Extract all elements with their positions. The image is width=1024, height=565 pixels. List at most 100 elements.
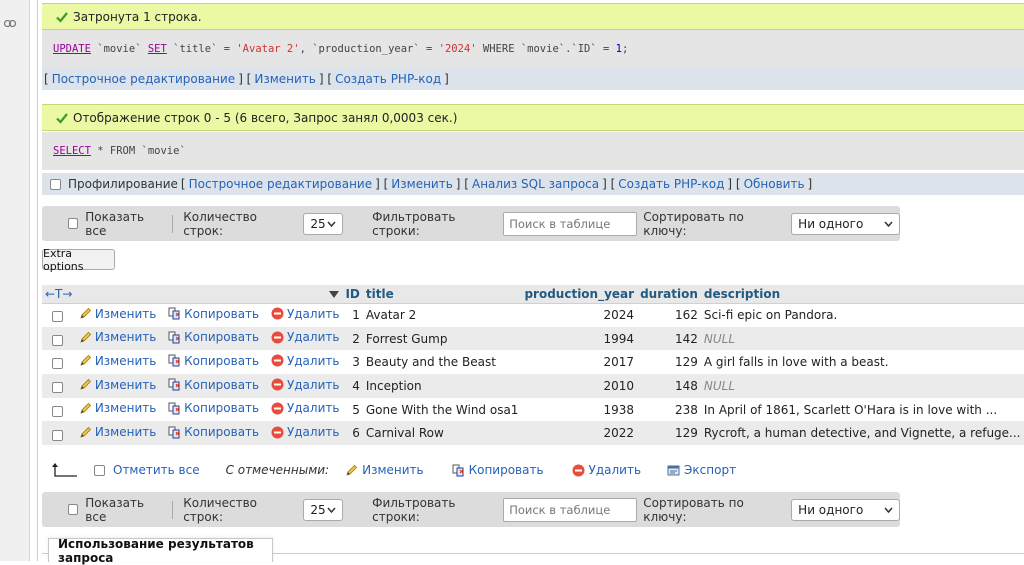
edit-query-link[interactable]: Изменить (391, 177, 453, 191)
sort-triangle-icon[interactable] (329, 290, 340, 298)
cell-production-year[interactable]: 2022 (521, 421, 638, 446)
edit-row-button[interactable]: Изменить (79, 307, 156, 321)
cell-title[interactable]: Carnival Row (362, 421, 522, 446)
edit-row-button[interactable]: Изменить (79, 401, 157, 416)
separator (172, 214, 174, 233)
chevron-down-icon (884, 221, 893, 227)
cell-duration[interactable]: 129 (637, 350, 701, 375)
cell-id[interactable]: 2 (342, 326, 363, 351)
edit-row-button[interactable]: Изменить (79, 378, 156, 392)
check-all-checkbox[interactable] (94, 464, 105, 476)
row-checkbox[interactable] (52, 429, 63, 441)
edit-query-link[interactable]: Изменить (254, 72, 316, 86)
create-php-link[interactable]: Создать PHP-код (335, 72, 441, 86)
cell-title[interactable]: Forrest Gump (362, 326, 522, 351)
cell-duration[interactable]: 142 (637, 326, 701, 351)
row-actions-cell: Изменить Копировать Удалить (42, 421, 343, 446)
refresh-link[interactable]: Обновить (744, 177, 805, 191)
row-checkbox[interactable] (52, 334, 63, 346)
copy-row-button[interactable]: Копировать (168, 354, 259, 368)
check-all-label[interactable]: Отметить все (113, 463, 200, 477)
cell-title[interactable]: Avatar 2 (362, 303, 522, 327)
sql-keyword[interactable]: UPDATE (53, 43, 91, 55)
row-checkbox[interactable] (52, 358, 63, 370)
edit-label: Изменить (94, 401, 157, 416)
cell-description[interactable]: NULL (700, 374, 1024, 398)
row-count-label: Количество строк: (183, 209, 258, 238)
show-all-checkbox[interactable] (68, 504, 79, 515)
cell-description[interactable]: Rycroft, a human detective, and Vignette… (700, 421, 1024, 446)
column-arrows-icon[interactable]: ←T→ (45, 287, 72, 301)
copy-row-button[interactable]: Копировать (168, 425, 259, 439)
column-header-duration[interactable]: duration (637, 285, 701, 304)
row-actions-cell: Изменить Копировать Удалить (42, 303, 343, 327)
bulk-export-button[interactable]: Экспорт (667, 463, 736, 477)
cell-description[interactable]: A girl falls in love with a beast. (700, 350, 1024, 375)
row-checkbox[interactable] (52, 382, 63, 394)
column-header-id[interactable]: ID (342, 285, 363, 304)
copy-row-button[interactable]: Копировать (168, 378, 259, 392)
sort-label: Сортировать по ключу: (643, 209, 744, 238)
create-php-link[interactable]: Создать PHP-код (618, 177, 724, 191)
delete-row-button[interactable]: Удалить (271, 425, 339, 439)
cell-id[interactable]: 4 (342, 374, 363, 398)
edit-row-button[interactable]: Изменить (79, 354, 156, 368)
inline-edit-link[interactable]: Построчное редактирование (52, 72, 236, 86)
cell-production-year[interactable]: 2024 (521, 303, 638, 327)
show-all-checkbox[interactable] (68, 218, 79, 229)
bulk-delete-button[interactable]: Удалить (572, 463, 641, 477)
extra-options-button[interactable]: Extra options (42, 247, 115, 273)
edit-row-button[interactable]: Изменить (79, 425, 156, 439)
cell-duration[interactable]: 162 (637, 303, 701, 327)
delete-icon (271, 307, 284, 320)
cell-title[interactable]: Gone With the Wind osa1 (362, 397, 522, 422)
row-count-select[interactable]: 25 (303, 212, 344, 235)
edit-row-button[interactable]: Изменить (79, 330, 156, 344)
column-header-description[interactable]: description (700, 285, 1024, 304)
delete-row-button[interactable]: Удалить (271, 354, 339, 368)
row-checkbox[interactable] (52, 311, 63, 323)
chain-link-icon[interactable] (4, 20, 16, 27)
cell-description[interactable]: NULL (700, 326, 1024, 351)
cell-description[interactable]: In April of 1861, Scarlett O'Hara is in … (700, 397, 1024, 422)
filter-rows-input[interactable]: Поиск в таблице (503, 211, 638, 236)
delete-row-button[interactable]: Удалить (271, 307, 339, 321)
cell-title[interactable]: Inception (362, 374, 522, 398)
cell-description[interactable]: Sci-fi epic on Pandora. (700, 303, 1024, 327)
sort-key-select[interactable]: Ни одного (791, 498, 900, 521)
copy-icon (168, 426, 180, 439)
profiling-checkbox[interactable] (50, 178, 61, 190)
sort-key-select[interactable]: Ни одного (791, 212, 900, 235)
cell-title[interactable]: Beauty and the Beast (362, 350, 522, 375)
sql-keyword[interactable]: SELECT (53, 145, 91, 157)
cell-duration[interactable]: 238 (637, 397, 701, 422)
copy-row-button[interactable]: Копировать (168, 401, 259, 415)
row-count-select[interactable]: 25 (303, 498, 344, 521)
delete-row-button[interactable]: Удалить (271, 330, 339, 344)
cell-id[interactable]: 6 (342, 421, 363, 446)
filter-rows-input[interactable]: Поиск в таблице (503, 497, 638, 522)
cell-id[interactable]: 5 (342, 397, 363, 422)
analyze-sql-link[interactable]: Анализ SQL запроса (472, 177, 599, 191)
delete-row-button[interactable]: Удалить (271, 401, 339, 415)
column-header-title[interactable]: title (362, 285, 522, 304)
bulk-edit-button[interactable]: Изменить (345, 463, 424, 477)
panel-divider[interactable] (37, 0, 38, 561)
cell-id[interactable]: 3 (342, 350, 363, 375)
query-results-usage-tab[interactable]: Использование результатов запроса (48, 537, 273, 565)
cell-duration[interactable]: 129 (637, 421, 701, 446)
copy-row-button[interactable]: Копировать (168, 307, 259, 321)
sql-keyword[interactable]: SET (148, 43, 167, 55)
column-header-production-year[interactable]: production_year (521, 285, 638, 304)
delete-row-button[interactable]: Удалить (271, 378, 339, 392)
cell-production-year[interactable]: 2010 (521, 374, 638, 398)
cell-production-year[interactable]: 2017 (521, 350, 638, 375)
cell-production-year[interactable]: 1938 (521, 397, 638, 422)
cell-duration[interactable]: 148 (637, 374, 701, 398)
inline-edit-link[interactable]: Построчное редактирование (189, 177, 373, 191)
copy-row-button[interactable]: Копировать (168, 330, 259, 344)
bulk-copy-button[interactable]: Копировать (452, 463, 544, 477)
row-checkbox[interactable] (52, 405, 63, 417)
cell-id[interactable]: 1 (342, 303, 363, 327)
cell-production-year[interactable]: 1994 (521, 326, 638, 351)
